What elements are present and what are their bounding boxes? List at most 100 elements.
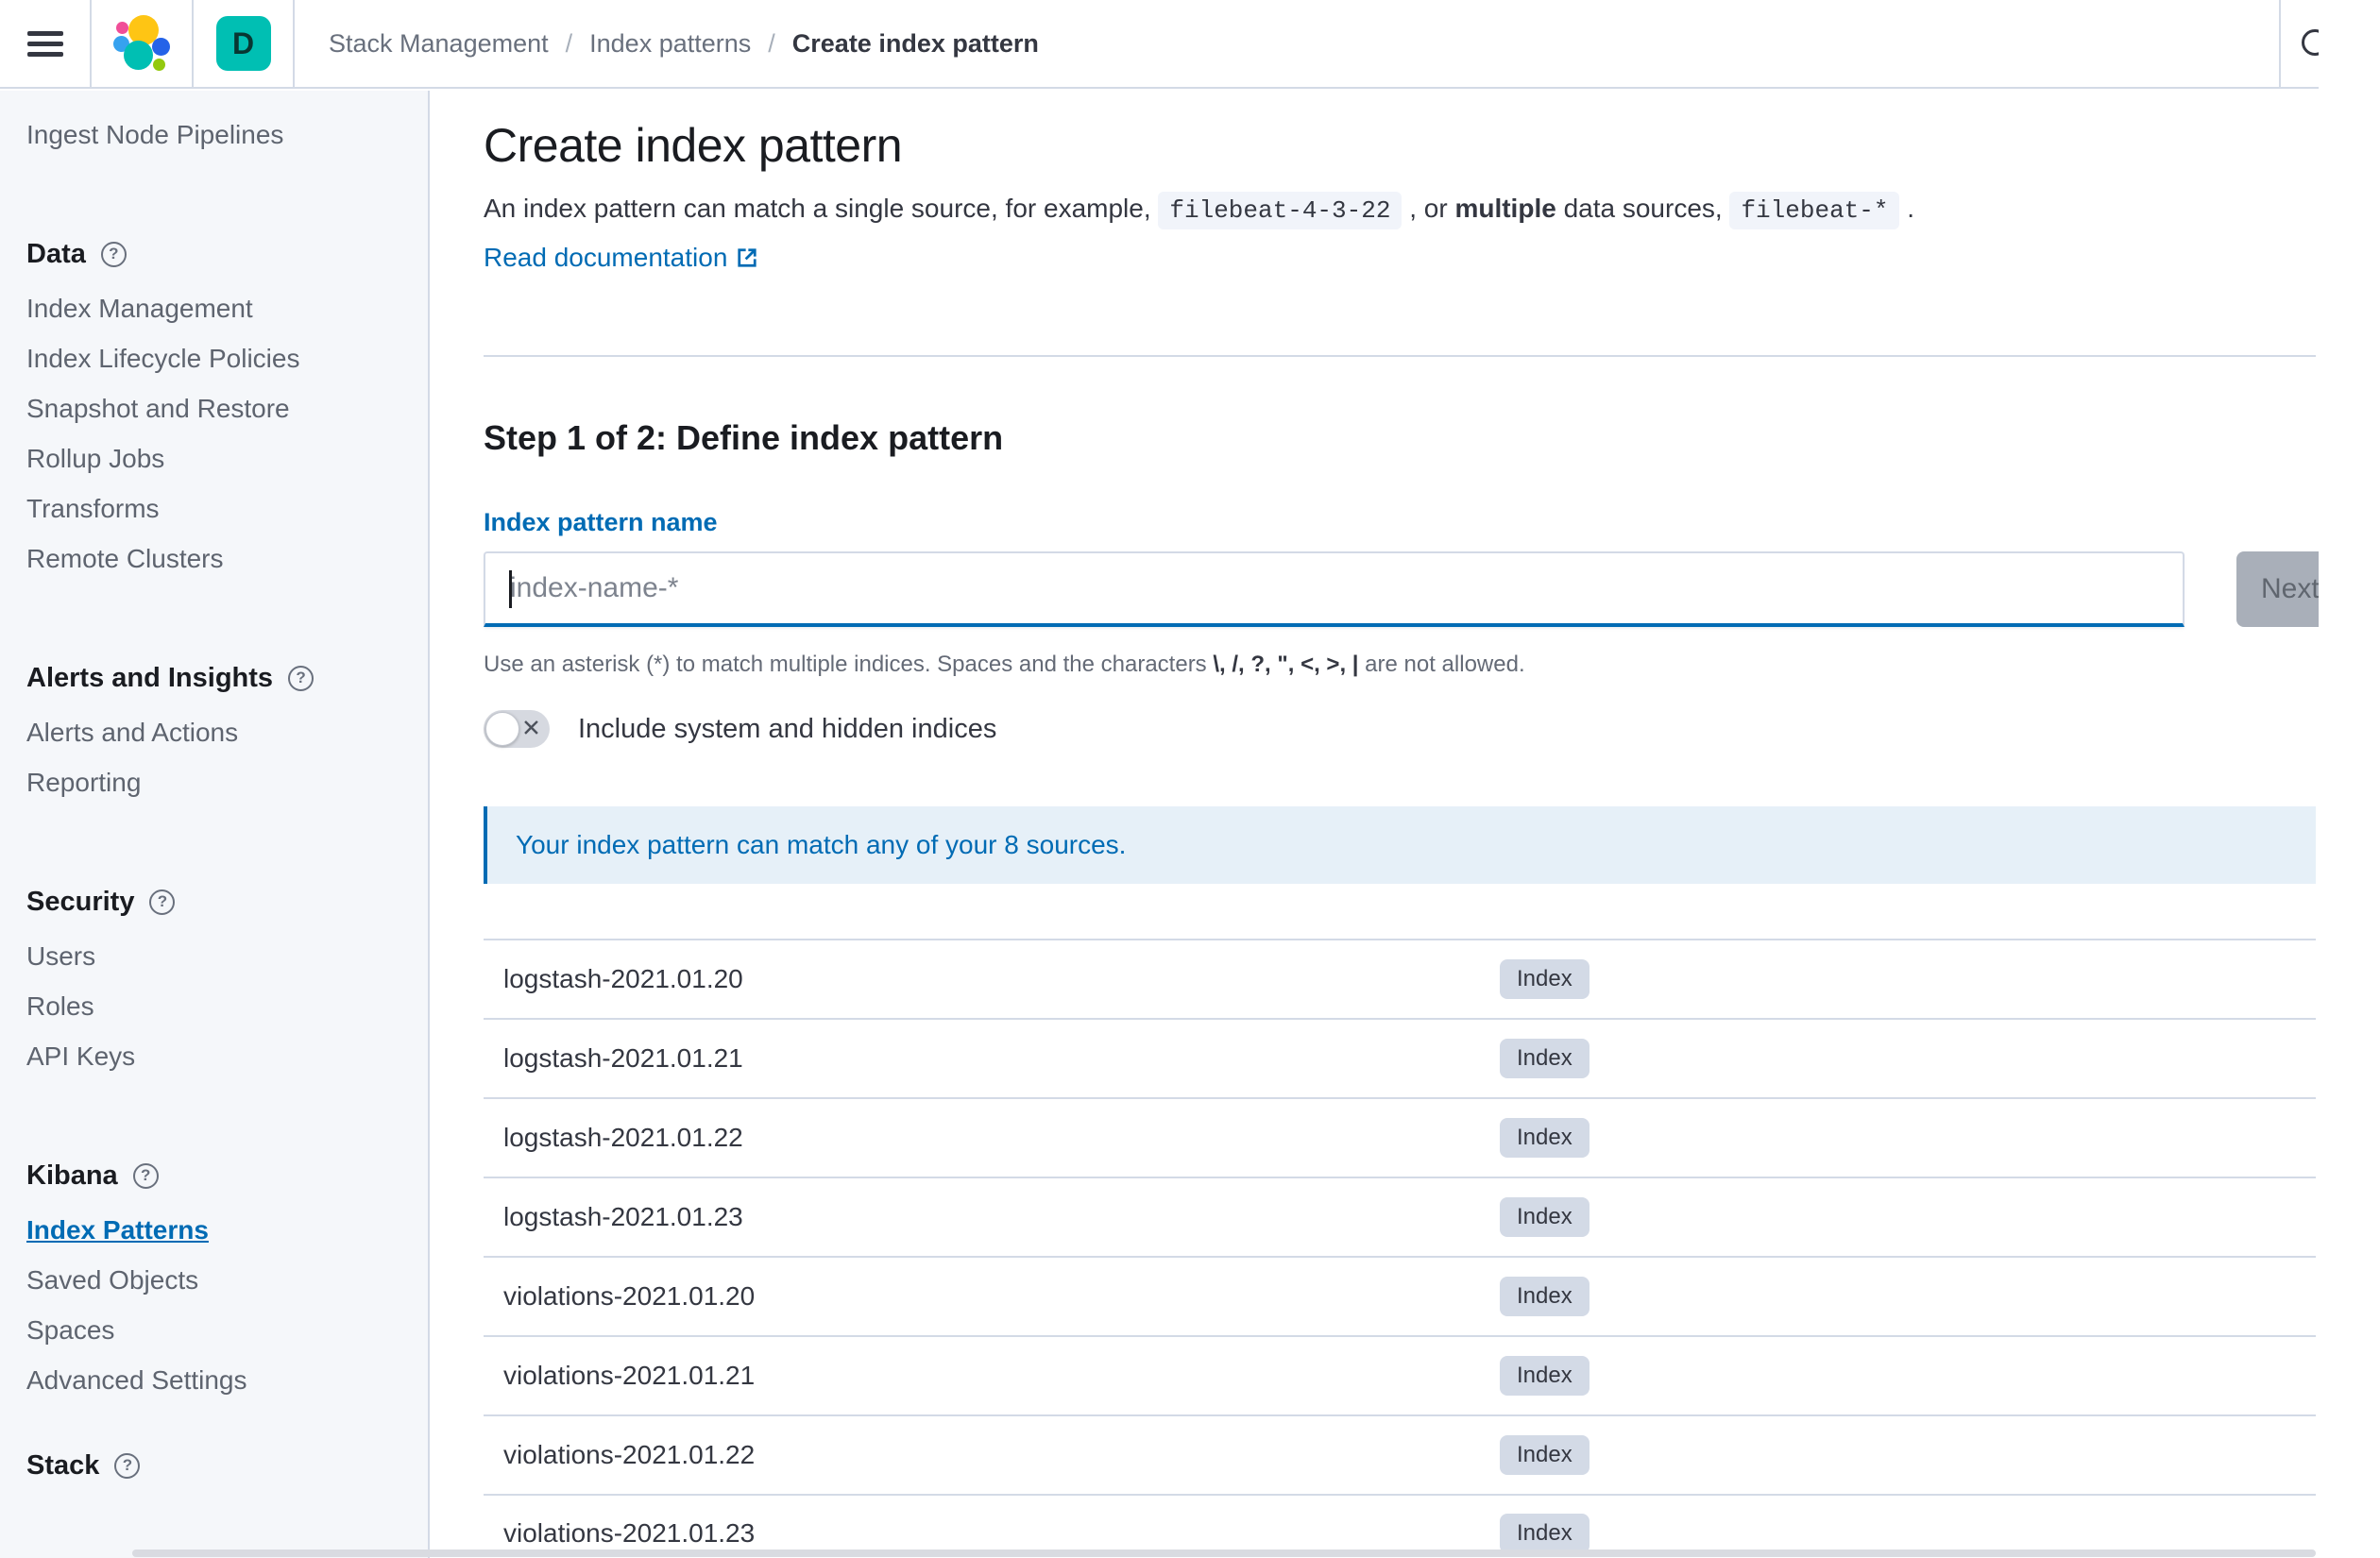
app-window: D Stack Management / Index patterns / Cr…: [0, 0, 2319, 1558]
sidebar-heading-label: Security: [26, 887, 135, 917]
sidebar-heading-kibana: Kibana?: [26, 1160, 405, 1192]
sidebar-heading-label: Kibana: [26, 1160, 118, 1191]
breadcrumb-separator: /: [768, 28, 775, 58]
sidebar-heading-label: Stack: [26, 1450, 100, 1481]
sidebar-heading-data: Data?: [26, 238, 405, 270]
external-link-icon: [738, 248, 757, 267]
source-name: violations-2021.01.22: [503, 1440, 756, 1469]
sidebar-item-users[interactable]: Users: [26, 940, 405, 973]
read-documentation-link[interactable]: Read documentation: [484, 242, 757, 274]
step-heading: Step 1 of 2: Define index pattern: [484, 418, 1004, 457]
index-pattern-input[interactable]: [484, 551, 2184, 627]
source-row: violations-2021.01.23 Index: [484, 1494, 2316, 1558]
elastic-logo-button[interactable]: [92, 0, 192, 87]
source-type-badge: Index: [1500, 1514, 1590, 1553]
sidebar-item-api-keys[interactable]: API Keys: [26, 1041, 405, 1073]
help-question-icon[interactable]: ?: [100, 241, 127, 267]
text-cursor: [509, 570, 512, 608]
help-question-icon[interactable]: ?: [114, 1452, 141, 1479]
include-hidden-toggle[interactable]: ✕: [484, 710, 550, 748]
source-row: violations-2021.01.20 Index: [484, 1256, 2316, 1335]
code-example-wildcard: filebeat-*: [1729, 192, 1900, 229]
include-hidden-toggle-label: Include system and hidden indices: [578, 713, 997, 744]
breadcrumb-stack-management[interactable]: Stack Management: [329, 29, 549, 59]
include-hidden-toggle-row: ✕ Include system and hidden indices: [484, 710, 2316, 748]
sidebar-item-roles[interactable]: Roles: [26, 991, 405, 1023]
sidebar-heading-alerts-and-insights: Alerts and Insights?: [26, 662, 405, 694]
source-row: logstash-2021.01.23 Index: [484, 1177, 2316, 1256]
source-name: violations-2021.01.23: [503, 1518, 756, 1548]
section-divider: [484, 355, 2316, 357]
sidebar-heading-label: Data: [26, 239, 86, 269]
space-selector: D: [194, 0, 293, 87]
source-row: logstash-2021.01.21 Index: [484, 1018, 2316, 1097]
source-name: logstash-2021.01.22: [503, 1123, 743, 1152]
help-question-icon[interactable]: ?: [149, 889, 176, 915]
horizontal-scrollbar[interactable]: [132, 1550, 2316, 1557]
source-type-badge: Index: [1500, 1118, 1590, 1158]
breadcrumb: Stack Management / Index patterns / Crea…: [329, 29, 1039, 59]
sources-callout: Your index pattern can match any of your…: [484, 806, 2316, 884]
sidebar-section-alerts-and-insights: Alerts and Insights? Alerts and Actions Re…: [26, 662, 405, 799]
sources-table: logstash-2021.01.20 Index logstash-2021.01…: [484, 939, 2316, 1558]
page-title: Create index pattern: [484, 119, 903, 172]
sidebar-item-index-management[interactable]: Index Management: [26, 293, 405, 325]
sidebar-heading-label: Alerts and Insights: [26, 663, 274, 693]
sidebar-item-alerts-and-actions[interactable]: Alerts and Actions: [26, 717, 405, 749]
sidebar-item-spaces[interactable]: Spaces: [26, 1314, 405, 1346]
source-name: logstash-2021.01.20: [503, 964, 743, 993]
help-icon[interactable]: [2302, 29, 2319, 56]
next-step-button[interactable]: Next: [2236, 551, 2319, 627]
sidebar-item-rollup-jobs[interactable]: Rollup Jobs: [26, 443, 405, 475]
source-type-badge: Index: [1500, 1197, 1590, 1237]
sidebar-item-index-lifecycle-policies[interactable]: Index Lifecycle Policies: [26, 343, 405, 375]
help-question-icon[interactable]: ?: [288, 665, 314, 691]
sidebar: Ingest Node Pipelines Data? Index Manageme…: [0, 91, 430, 1558]
hamburger-icon: [26, 25, 63, 62]
header: D Stack Management / Index patterns / Cr…: [0, 0, 2319, 89]
source-type-badge: Index: [1500, 1039, 1590, 1078]
breadcrumb-current: Create index pattern: [791, 28, 1039, 58]
code-example-single: filebeat-4-3-22: [1158, 192, 1402, 229]
source-row: logstash-2021.01.20 Index: [484, 939, 2316, 1018]
source-name: violations-2021.01.21: [503, 1361, 756, 1390]
space-badge[interactable]: D: [215, 16, 271, 71]
input-help-text: Use an asterisk (*) to match multiple in…: [484, 652, 1525, 677]
sidebar-item-remote-clusters[interactable]: Remote Clusters: [26, 543, 405, 575]
main-content: Create index pattern An index pattern ca…: [430, 91, 2319, 1558]
sidebar-section-data: Data? Index Management Index Lifecycle Pol…: [26, 238, 405, 575]
menu-button[interactable]: [0, 0, 90, 87]
sidebar-heading-stack: Stack?: [26, 1449, 405, 1482]
sidebar-item-snapshot-and-restore[interactable]: Snapshot and Restore: [26, 393, 405, 425]
sidebar-heading-security: Security?: [26, 886, 405, 918]
sidebar-item-transforms[interactable]: Transforms: [26, 493, 405, 525]
source-type-badge: Index: [1500, 959, 1590, 999]
source-name: logstash-2021.01.21: [503, 1043, 743, 1073]
header-divider: [293, 0, 295, 87]
intro-text: An index pattern can match a single sour…: [484, 187, 2316, 232]
sidebar-item-ingest-node-pipelines[interactable]: Ingest Node Pipelines: [26, 119, 405, 151]
index-pattern-form-row: Next: [484, 551, 2319, 627]
index-pattern-name-label: Index pattern name: [484, 508, 718, 536]
source-row: violations-2021.01.21 Index: [484, 1335, 2316, 1414]
help-question-icon[interactable]: ?: [132, 1162, 159, 1189]
sidebar-section-security: Security? Users Roles API Keys: [26, 886, 405, 1073]
sidebar-section: Ingest Node Pipelines: [26, 119, 405, 151]
sidebar-item-advanced-settings[interactable]: Advanced Settings: [26, 1364, 405, 1397]
sidebar-section-kibana: Kibana? Index Patterns Saved Objects Spaces…: [26, 1160, 405, 1397]
toggle-knob: [485, 712, 519, 746]
source-type-badge: Index: [1500, 1277, 1590, 1316]
breadcrumb-separator: /: [565, 28, 573, 58]
sidebar-item-saved-objects[interactable]: Saved Objects: [26, 1264, 405, 1296]
breadcrumb-index-patterns[interactable]: Index patterns: [589, 29, 751, 59]
header-divider: [2279, 0, 2281, 87]
sidebar-section-stack: Stack?: [26, 1449, 405, 1482]
source-type-badge: Index: [1500, 1435, 1590, 1475]
sidebar-item-index-patterns[interactable]: Index Patterns: [26, 1214, 405, 1246]
source-row: violations-2021.01.22 Index: [484, 1414, 2316, 1494]
source-row: logstash-2021.01.22 Index: [484, 1097, 2316, 1177]
sidebar-item-reporting[interactable]: Reporting: [26, 767, 405, 799]
toggle-off-x-icon: ✕: [521, 715, 541, 742]
source-type-badge: Index: [1500, 1356, 1590, 1396]
source-name: violations-2021.01.20: [503, 1281, 756, 1311]
